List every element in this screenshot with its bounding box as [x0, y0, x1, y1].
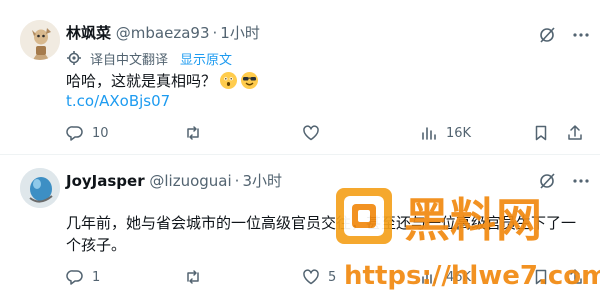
reply-count: 10: [92, 125, 109, 141]
share-button[interactable]: [566, 124, 584, 142]
share-icon: [566, 124, 584, 142]
like-button[interactable]: [302, 124, 420, 142]
separator-dot: ·: [234, 172, 240, 190]
show-original-link[interactable]: 显示原文: [180, 49, 232, 68]
avatar[interactable]: [20, 20, 60, 60]
more-options-icon[interactable]: [572, 26, 590, 44]
views-chart-icon: [420, 124, 438, 142]
heart-icon: [302, 268, 320, 286]
grok-slash-icon[interactable]: [538, 26, 556, 44]
bookmark-button[interactable]: [532, 124, 566, 142]
post-link[interactable]: t.co/AXoBjs07: [66, 92, 170, 110]
post-header: 林飒菜 @mbaeza93 · 1小时: [66, 22, 260, 44]
bookmark-icon: [532, 124, 550, 142]
reply-button[interactable]: 10: [66, 124, 184, 142]
retweet-icon: [184, 268, 202, 286]
author-handle[interactable]: @lizuoguai: [149, 172, 231, 190]
translate-gear-icon: [66, 50, 84, 68]
views-button[interactable]: 16K: [420, 124, 532, 142]
svg-text:https://hlwe7.com: https://hlwe7.com: [344, 261, 600, 291]
translate-label: 译自中文翻译: [90, 53, 169, 68]
watermark-logo: 黑料网 https://hlwe7.com: [336, 188, 600, 291]
avatar[interactable]: [20, 168, 60, 208]
avatar-image: [20, 168, 60, 208]
author-name[interactable]: JoyJasper: [66, 172, 145, 190]
view-count: 16K: [446, 125, 472, 141]
reply-icon: [66, 124, 84, 142]
header-icons: [538, 24, 590, 46]
smiling-face-with-sunglasses-icon: [241, 72, 259, 89]
author-handle[interactable]: @mbaeza93: [116, 24, 210, 42]
action-bar: 10 16K: [66, 123, 588, 143]
avatar-image: [20, 20, 60, 60]
translation-bar: 译自中文翻译 显示原文: [66, 49, 232, 68]
post-header: JoyJasper @lizuoguai · 3小时: [66, 170, 282, 192]
reply-count: 1: [92, 269, 101, 285]
post-text-content: 哈哈，这就是真相吗？: [66, 72, 217, 90]
retweet-button[interactable]: [184, 268, 302, 286]
author-name[interactable]: 林飒菜: [66, 24, 111, 42]
post-1[interactable]: 林飒菜 @mbaeza93 · 1小时 译自中文翻译 显示原文 哈哈，这就是真相吗？…: [0, 0, 600, 155]
post-time[interactable]: 3小时: [242, 172, 282, 190]
retweet-icon: [184, 124, 202, 142]
astonished-face-icon: [220, 72, 238, 89]
reply-button[interactable]: 1: [66, 268, 184, 286]
heart-icon: [302, 124, 320, 142]
post-text: 哈哈，这就是真相吗？: [66, 70, 259, 92]
separator-dot: ·: [212, 24, 218, 42]
reply-icon: [66, 268, 84, 286]
post-time[interactable]: 1小时: [220, 24, 260, 42]
retweet-button[interactable]: [184, 124, 302, 142]
watermark-overlay: 黑料网 https://hlwe7.com: [330, 180, 600, 292]
svg-text:黑料网: 黑料网: [404, 193, 542, 247]
